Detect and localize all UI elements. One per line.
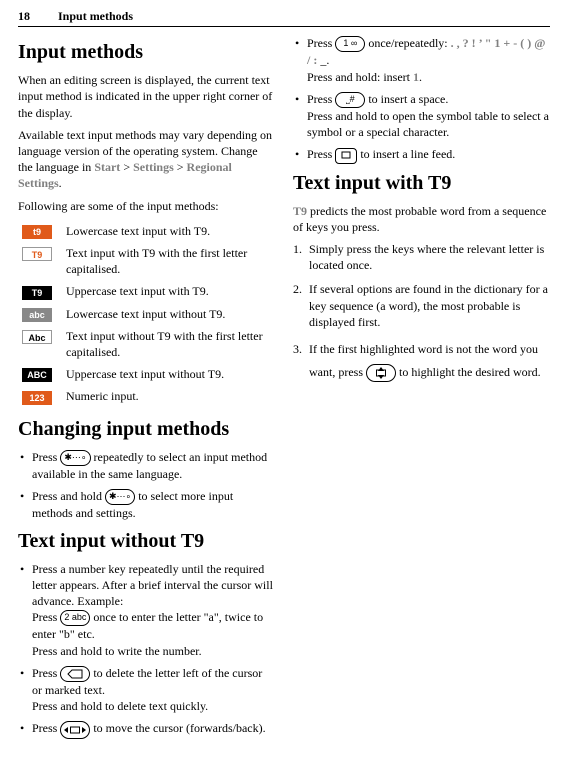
abc-lower-icon: abc bbox=[22, 308, 52, 322]
list-item: Press to insert a line feed. bbox=[293, 146, 550, 163]
list-item: Press a number key repeatedly until the … bbox=[18, 561, 275, 659]
list-item: If several options are found in the dict… bbox=[293, 281, 550, 330]
path-settings: Settings bbox=[133, 160, 174, 174]
input-method-icon-table: t9Lowercase text input with T9. T9Text i… bbox=[18, 220, 275, 408]
path-start: Start bbox=[94, 160, 120, 174]
star-key-icon: ✱⋯∘ bbox=[105, 489, 135, 505]
t9-cap-icon: T9 bbox=[22, 247, 52, 261]
list-item: If the first highlighted word is not the… bbox=[293, 338, 550, 384]
para: Available text input methods may vary de… bbox=[18, 127, 275, 192]
table-row: abcLowercase text input without T9. bbox=[18, 303, 275, 325]
nav-left-right-icon bbox=[60, 721, 90, 739]
page-header: 18 Input methods bbox=[18, 8, 550, 27]
para: T9 predicts the most probable word from … bbox=[293, 203, 550, 235]
t9-upper-icon: T9 bbox=[22, 286, 52, 300]
abc-upper-icon: ABC bbox=[22, 368, 52, 382]
para: Following are some of the input methods: bbox=[18, 198, 275, 214]
clear-key-icon bbox=[60, 666, 90, 682]
page-header-title: Input methods bbox=[58, 8, 133, 24]
table-row: T9Uppercase text input with T9. bbox=[18, 280, 275, 302]
page-number: 18 bbox=[18, 8, 30, 24]
list-item: Simply press the keys where the relevant… bbox=[293, 241, 550, 273]
t9-lower-icon: t9 bbox=[22, 225, 52, 239]
list-item: Press 1 ∞ once/repeatedly: . , ? ! ’ " 1… bbox=[293, 35, 550, 85]
two-key-icon: 2 abc bbox=[60, 610, 90, 626]
list-item: Press ⎵# to insert a space. Press and ho… bbox=[293, 91, 550, 141]
t9-label: T9 bbox=[293, 204, 307, 218]
list-item: Press to move the cursor (forwards/back)… bbox=[18, 720, 275, 738]
heading-with-t9: Text input with T9 bbox=[293, 170, 550, 197]
nav-up-down-icon bbox=[366, 364, 396, 382]
table-row: ABCUppercase text input without T9. bbox=[18, 363, 275, 385]
heading-input-methods: Input methods bbox=[18, 39, 275, 66]
list-item: Press to delete the letter left of the c… bbox=[18, 665, 275, 715]
hash-key-icon: ⎵# bbox=[335, 92, 365, 108]
heading-without-t9: Text input without T9 bbox=[18, 528, 275, 555]
list-item: Press ✱⋯∘ repeatedly to select an input … bbox=[18, 449, 275, 482]
heading-changing: Changing input methods bbox=[18, 416, 275, 443]
table-row: AbcText input without T9 with the first … bbox=[18, 325, 275, 363]
numeric-icon: 123 bbox=[22, 391, 52, 405]
table-row: 123Numeric input. bbox=[18, 385, 275, 407]
abc-cap-icon: Abc bbox=[22, 330, 52, 344]
star-key-icon: ✱⋯∘ bbox=[60, 450, 90, 466]
table-row: t9Lowercase text input with T9. bbox=[18, 220, 275, 242]
list-item: Press and hold ✱⋯∘ to select more input … bbox=[18, 488, 275, 521]
table-row: T9Text input with T9 with the first lett… bbox=[18, 242, 275, 280]
numbered-list: Simply press the keys where the relevant… bbox=[293, 241, 550, 384]
content-columns: Input methods When an editing screen is … bbox=[18, 35, 550, 765]
one-key-icon: 1 ∞ bbox=[335, 36, 365, 52]
center-key-icon bbox=[335, 148, 357, 164]
para: When an editing screen is displayed, the… bbox=[18, 72, 275, 121]
bullet-list: Press ✱⋯∘ repeatedly to select an input … bbox=[18, 449, 275, 522]
